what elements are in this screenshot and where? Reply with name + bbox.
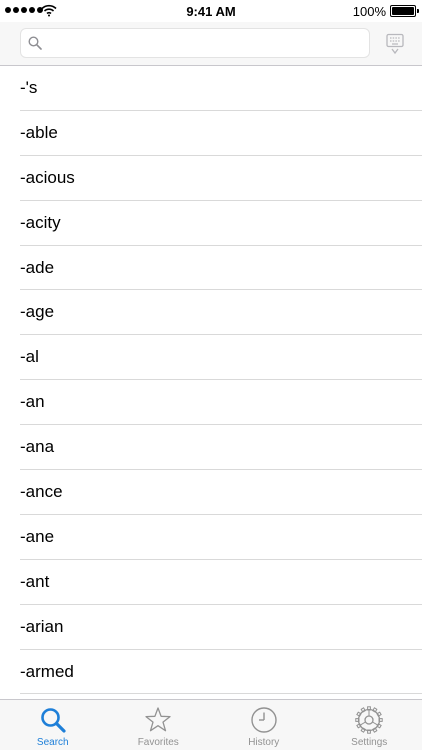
status-bar: 9:41 AM 100%	[0, 0, 422, 22]
tab-settings[interactable]: Settings	[317, 700, 422, 750]
word-row[interactable]: -an	[20, 380, 422, 426]
star-icon	[145, 707, 171, 732]
battery-level	[392, 7, 414, 15]
search-input[interactable]	[49, 29, 364, 57]
word-label: -an	[20, 392, 45, 412]
battery-icon	[390, 5, 419, 17]
word-label: -ant	[20, 571, 50, 591]
tab-label: History	[248, 737, 280, 748]
word-label: -acious	[20, 167, 75, 187]
word-row[interactable]: -armed	[20, 650, 422, 695]
word-row[interactable]: -arian	[20, 605, 422, 650]
word-row[interactable]: -ance	[20, 470, 422, 515]
word-row[interactable]: -'s	[20, 66, 422, 111]
word-row[interactable]: -ana	[20, 425, 422, 471]
clock-icon	[251, 707, 277, 733]
word-label: -ance	[20, 481, 63, 501]
word-label: -ana	[20, 437, 55, 457]
search-field[interactable]	[20, 28, 370, 58]
tab-label: Favorites	[137, 737, 179, 748]
tab-history[interactable]: History	[211, 700, 317, 750]
search-bar	[0, 22, 422, 66]
word-row[interactable]: -acious	[20, 156, 422, 201]
word-label: -arian	[20, 616, 64, 636]
word-label: -al	[20, 347, 39, 367]
search-icon	[28, 36, 42, 50]
word-list[interactable]: -'s -able -acious -acity -ade -age -al -…	[0, 66, 422, 698]
tab-label: Search	[36, 737, 69, 748]
tab-favorites[interactable]: Favorites	[106, 700, 212, 750]
word-label: -able	[20, 122, 58, 142]
word-row[interactable]: -ade	[20, 246, 422, 291]
gear-icon	[355, 706, 383, 734]
word-label: -ade	[20, 257, 55, 277]
word-row[interactable]: -acity	[20, 201, 422, 246]
word-label: -armed	[20, 661, 74, 681]
word-row[interactable]: -al	[20, 335, 422, 381]
tab-bar: Search Favorites History Settings	[0, 699, 422, 750]
tab-label: Settings	[351, 737, 388, 748]
word-row[interactable]: -ane	[20, 515, 422, 560]
tab-search[interactable]: Search	[0, 700, 106, 750]
battery-percent: 100%	[352, 4, 386, 19]
word-label: -ane	[20, 526, 55, 546]
word-label: -age	[20, 302, 55, 322]
word-label: -'s	[20, 77, 38, 97]
word-row[interactable]: -age	[20, 290, 422, 336]
keyboard-dismiss-icon[interactable]	[385, 33, 405, 55]
search-icon	[40, 708, 66, 733]
word-row[interactable]: -able	[20, 111, 422, 156]
word-label: -acity	[20, 212, 61, 232]
word-row[interactable]: -ant	[20, 560, 422, 605]
